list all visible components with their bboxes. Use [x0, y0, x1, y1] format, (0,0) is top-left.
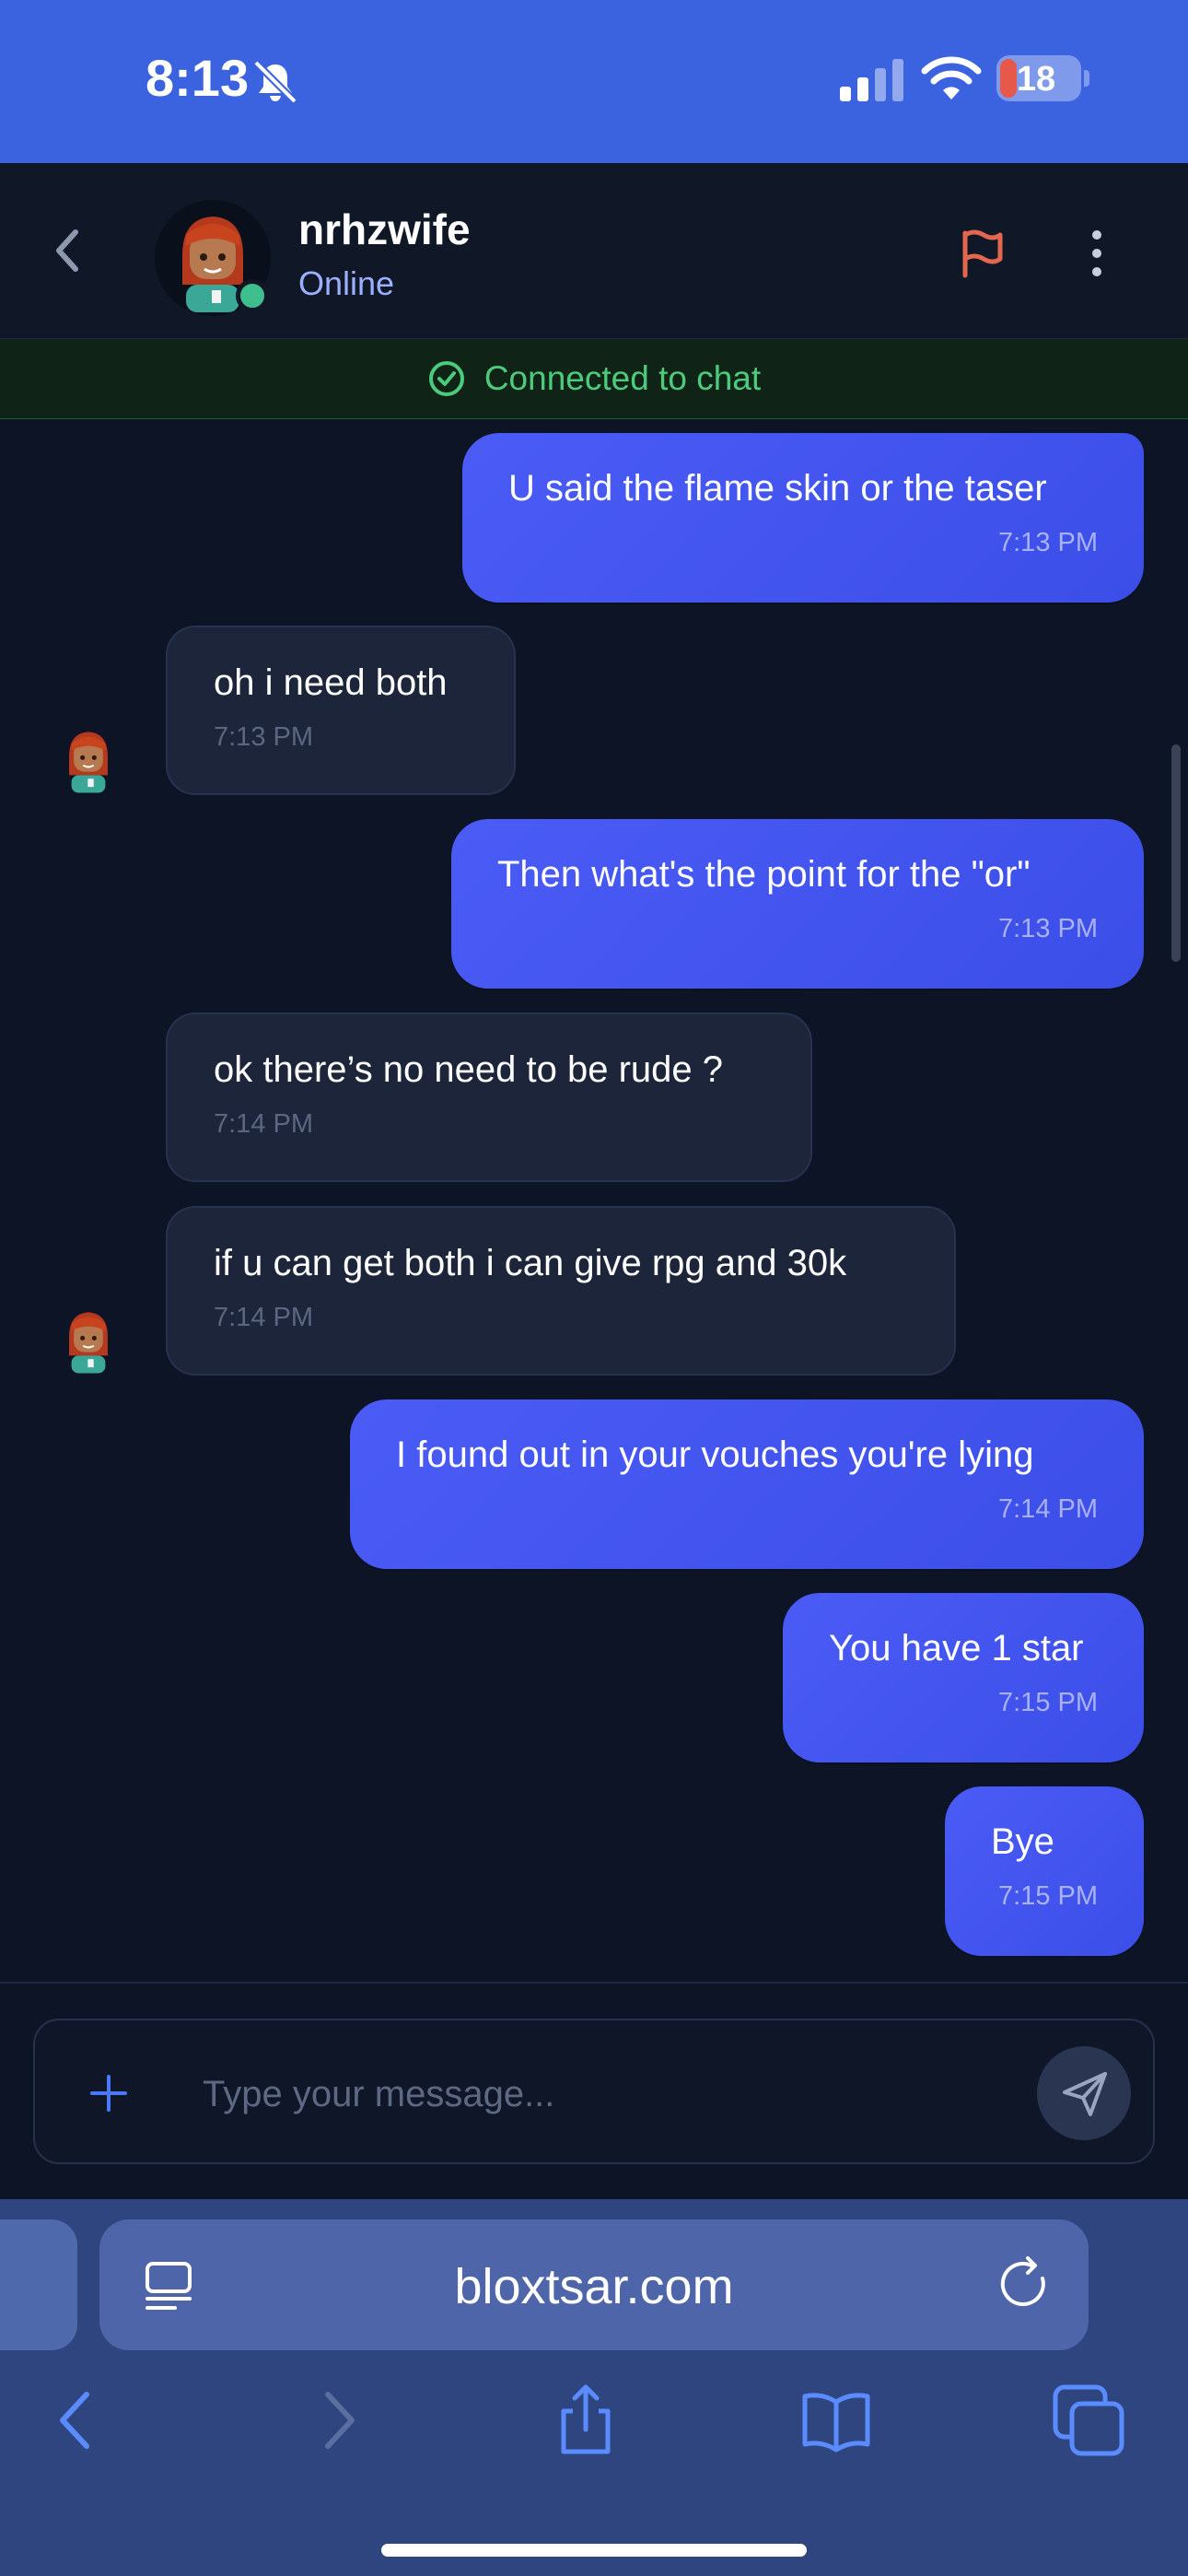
- outgoing-message[interactable]: I found out in your vouches you're lying…: [350, 1399, 1144, 1569]
- message-text: Bye: [991, 1821, 1054, 1862]
- incoming-message[interactable]: ok there’s no need to be rude ? 7:14 PM: [166, 1013, 812, 1182]
- avatar-image: [52, 1302, 125, 1376]
- outgoing-message[interactable]: Then what's the point for the "or" 7:13 …: [451, 819, 1144, 989]
- message-text: oh i need both: [214, 662, 448, 703]
- message-text: I found out in your vouches you're lying: [396, 1434, 1034, 1475]
- previous-tab-preview[interactable]: [0, 2219, 77, 2350]
- back-chevron-icon[interactable]: [44, 223, 90, 278]
- send-button[interactable]: [1037, 2046, 1131, 2140]
- message-time: 7:14 PM: [214, 1109, 313, 1139]
- browser-chrome: bloxtsar.com: [0, 2199, 1188, 2576]
- connection-status-text: Connected to chat: [483, 359, 762, 397]
- flag-icon[interactable]: [954, 226, 1009, 281]
- forward-arrow-icon[interactable]: [300, 2383, 374, 2457]
- message-time: 7:13 PM: [998, 528, 1098, 557]
- online-indicator: [236, 279, 269, 312]
- tabs-icon[interactable]: [1052, 2383, 1125, 2457]
- avatar-image: [52, 721, 125, 795]
- status-time: 8:13: [146, 49, 250, 107]
- battery-percentage: 18: [1016, 60, 1056, 99]
- wifi-icon: [921, 56, 982, 100]
- status-bar: 8:13 18: [0, 0, 1188, 163]
- sender-avatar[interactable]: [52, 721, 125, 795]
- outgoing-message[interactable]: U said the flame skin or the taser 7:13 …: [462, 433, 1144, 603]
- message-time: 7:14 PM: [998, 1494, 1098, 1524]
- bookmarks-icon[interactable]: [799, 2383, 873, 2457]
- battery-icon: 18: [996, 55, 1081, 101]
- incoming-message[interactable]: oh i need both 7:13 PM: [166, 626, 516, 795]
- message-time: 7:15 PM: [998, 1688, 1098, 1717]
- reload-icon[interactable]: [998, 2256, 1054, 2313]
- composer: [33, 2019, 1155, 2164]
- check-circle-icon: [428, 361, 464, 396]
- more-vertical-icon[interactable]: [1074, 228, 1120, 279]
- contact-username[interactable]: nrhzwife: [298, 205, 471, 254]
- message-text: ok there’s no need to be rude ?: [214, 1049, 724, 1090]
- composer-bar: [0, 1982, 1188, 2201]
- cellular-signal-icon: [840, 59, 903, 101]
- sender-avatar[interactable]: [52, 1302, 125, 1376]
- message-scrollbar[interactable]: [1171, 744, 1181, 962]
- bell-slash-icon: [253, 60, 297, 104]
- message-time: 7:14 PM: [214, 1303, 313, 1332]
- message-time: 7:13 PM: [998, 914, 1098, 943]
- contact-status: Online: [298, 264, 395, 302]
- message-text: Then what's the point for the "or": [497, 854, 1031, 895]
- outgoing-message[interactable]: Bye 7:15 PM: [945, 1786, 1144, 1956]
- message-list[interactable]: U said the flame skin or the taser 7:13 …: [0, 419, 1188, 1982]
- contact-avatar[interactable]: [155, 200, 271, 316]
- battery-tip: [1084, 70, 1089, 87]
- incoming-message[interactable]: if u can get both i can give rpg and 30k…: [166, 1206, 956, 1376]
- message-text: U said the flame skin or the taser: [508, 468, 1047, 509]
- back-arrow-icon[interactable]: [41, 2383, 114, 2457]
- message-text: You have 1 star: [829, 1628, 1084, 1669]
- plus-icon[interactable]: [87, 2071, 131, 2115]
- connection-banner: Connected to chat: [0, 339, 1188, 420]
- send-icon: [1063, 2072, 1107, 2116]
- chat-header: nrhzwife Online: [0, 163, 1188, 340]
- home-indicator[interactable]: [381, 2544, 807, 2557]
- message-time: 7:13 PM: [214, 722, 313, 752]
- outgoing-message[interactable]: You have 1 star 7:15 PM: [783, 1593, 1144, 1762]
- message-input[interactable]: [201, 2061, 960, 2127]
- url-text[interactable]: bloxtsar.com: [99, 2258, 1089, 2315]
- share-icon[interactable]: [549, 2383, 623, 2457]
- message-text: if u can get both i can give rpg and 30k: [214, 1243, 847, 1283]
- address-bar[interactable]: bloxtsar.com: [99, 2219, 1089, 2350]
- message-time: 7:15 PM: [998, 1881, 1098, 1911]
